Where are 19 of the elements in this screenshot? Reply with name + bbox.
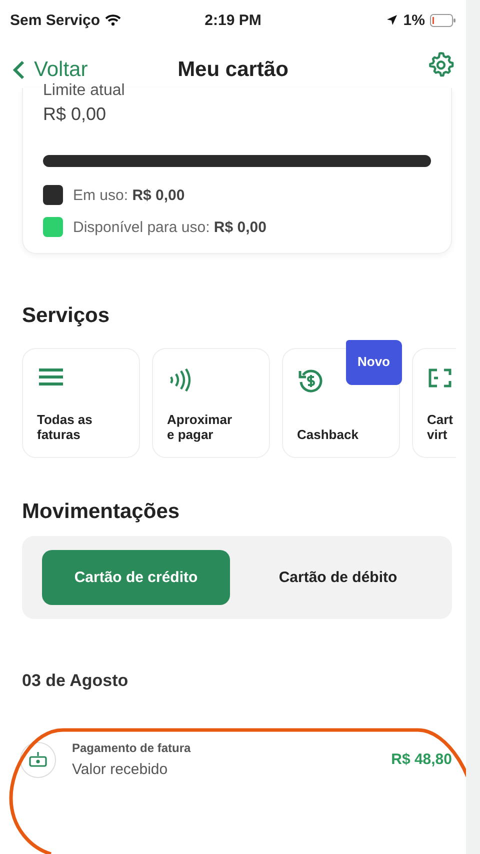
status-time: 2:19 PM: [204, 12, 262, 28]
date-heading: 03 de Agosto: [22, 671, 130, 691]
section-title: Movimentações: [22, 500, 181, 524]
legend-text: Disponível para uso: R$ 0,00: [73, 218, 266, 236]
battery-percent: 1%: [403, 12, 425, 28]
transaction-amount: R$ 48,80: [391, 751, 452, 768]
service-label: Todas as faturas: [37, 412, 94, 443]
service-label: Cart virt: [427, 412, 454, 443]
new-tooltip: Novo: [346, 340, 402, 385]
limit-value: R$ 0,00: [43, 104, 108, 125]
screen-title: Meu cartão: [178, 58, 288, 82]
section-title: Serviços: [22, 304, 111, 328]
legend-text: Em uso: R$ 0,00: [73, 186, 185, 204]
limit-label: Limite atual: [43, 82, 125, 100]
service-label: Aproximar e pagar: [167, 412, 234, 443]
transaction-subtitle: Valor recebido: [72, 761, 169, 778]
service-label: Cashback: [297, 427, 360, 443]
carrier-text: Sem Serviço: [10, 12, 100, 28]
transaction-title: Pagamento de fatura: [72, 741, 191, 755]
